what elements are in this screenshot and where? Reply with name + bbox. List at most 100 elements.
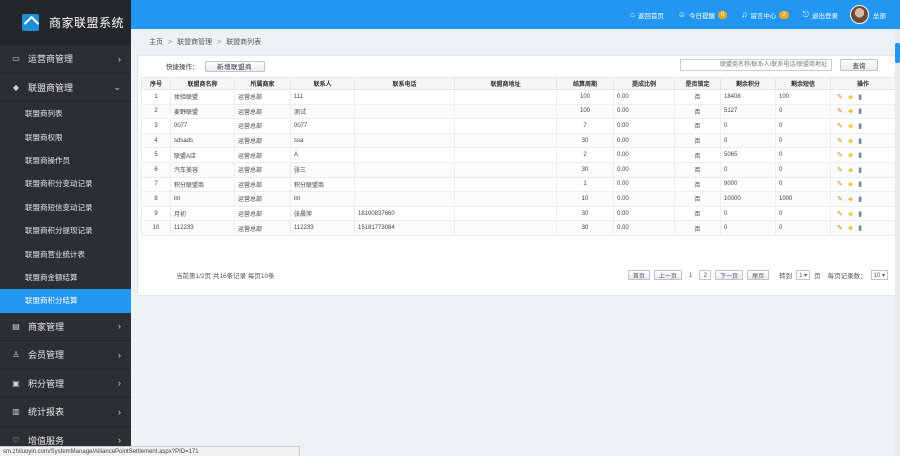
- search-input[interactable]: [680, 59, 832, 71]
- delete-icon[interactable]: ▮: [858, 166, 862, 174]
- quick-actions-label: 快捷操作：: [166, 64, 199, 71]
- delete-icon[interactable]: ▮: [858, 122, 862, 130]
- breadcrumb-separator: >: [217, 38, 222, 46]
- goto-page-select[interactable]: 1 ▾: [796, 270, 811, 280]
- edit-icon[interactable]: ✎: [837, 195, 843, 203]
- edit-icon[interactable]: ✎: [837, 210, 843, 218]
- points-icon[interactable]: ◈: [848, 224, 853, 232]
- table-cell: 0.00: [613, 176, 675, 193]
- sidebar-item-business-stats[interactable]: 联盟商营业统计表: [0, 242, 131, 266]
- sidebar-item-alliance-permissions[interactable]: 联盟商权限: [0, 125, 131, 149]
- next-page-button[interactable]: 下一页: [715, 270, 744, 280]
- user-name[interactable]: 总部: [873, 10, 886, 20]
- table-cell: 0: [775, 176, 831, 193]
- edit-icon[interactable]: ✎: [837, 151, 843, 159]
- avatar[interactable]: [850, 5, 869, 24]
- delete-icon[interactable]: ▮: [858, 180, 862, 188]
- table-cell: [454, 103, 557, 120]
- sidebar-group-reports[interactable]: ▥ 统计报表 ›: [0, 398, 131, 427]
- points-icon[interactable]: ◈: [848, 195, 853, 203]
- table-cell: 月初: [170, 205, 235, 222]
- table-cell: 0.00: [613, 89, 675, 105]
- sidebar-item-sms-changes[interactable]: 联盟商短信变动记录: [0, 195, 131, 219]
- page-scrollbar[interactable]: [895, 29, 900, 456]
- table-cell: 0: [775, 147, 831, 163]
- home-link[interactable]: ⌂ 返回首页: [630, 10, 664, 20]
- sidebar-item-amount-settlement[interactable]: 联盟商金额结算: [0, 265, 131, 290]
- sidebar-item-points-changes[interactable]: 联盟商积分变动记录: [0, 172, 131, 196]
- table-cell: 0.00: [613, 147, 675, 163]
- points-icon[interactable]: ◈: [848, 93, 853, 101]
- table-cell: [354, 89, 455, 105]
- per-page-label: 每页记录数：: [827, 273, 867, 280]
- edit-icon[interactable]: ✎: [837, 107, 843, 115]
- table-cell: 10000: [720, 191, 776, 207]
- sidebar-item-points-withdrawals[interactable]: 联盟商积分提现记录: [0, 218, 131, 243]
- sidebar-item-alliance-operators[interactable]: 联盟商操作员: [0, 148, 131, 173]
- breadcrumb-section[interactable]: 联盟商管理: [177, 37, 212, 47]
- sidebar-item-alliance-list[interactable]: 联盟商列表: [0, 102, 131, 126]
- store-icon: ▤: [12, 321, 20, 331]
- row-actions: ✎ ◈ ▮: [830, 205, 896, 222]
- last-page-button[interactable]: 尾页: [747, 270, 770, 280]
- table-cell: [454, 161, 557, 178]
- delete-icon[interactable]: ▮: [858, 195, 862, 203]
- table-cell: 0.00: [613, 220, 675, 236]
- delete-icon[interactable]: ▮: [858, 151, 862, 159]
- edit-icon[interactable]: ✎: [837, 180, 843, 188]
- points-icon[interactable]: ◈: [848, 151, 853, 159]
- status-url: sm.zhiluoyin.com/SystemManage/AlliancePo…: [3, 448, 199, 455]
- logout-link[interactable]: ⎋ 退出登录: [803, 10, 838, 20]
- edit-icon[interactable]: ✎: [837, 122, 843, 130]
- table-cell: 1: [556, 176, 614, 193]
- table-cell: 运营总部: [234, 176, 291, 193]
- sidebar-item-points-settlement[interactable]: 联盟商积分结算: [0, 289, 131, 313]
- monitor-icon: ▭: [12, 54, 20, 64]
- points-icon[interactable]: ◈: [848, 107, 853, 115]
- breadcrumb-home[interactable]: 主页: [149, 37, 163, 47]
- reminder-link[interactable]: ☺ 今日提醒 0: [678, 10, 728, 20]
- diamond-icon: ◆: [12, 82, 20, 92]
- table-cell: 否: [674, 205, 721, 222]
- edit-icon[interactable]: ✎: [837, 166, 843, 174]
- delete-icon[interactable]: ▮: [858, 107, 862, 115]
- messages-link[interactable]: ♫ 留言中心 2: [741, 10, 789, 20]
- table-cell: 30: [556, 205, 614, 222]
- scrollbar-thumb[interactable]: [895, 43, 900, 63]
- table-cell: 3: [141, 118, 171, 134]
- sidebar-group-label: 商家管理: [28, 321, 65, 332]
- sidebar-group-alliance[interactable]: ◆ 联盟商管理 ⌄: [0, 74, 131, 102]
- points-icon[interactable]: ◈: [848, 166, 853, 174]
- add-alliance-button[interactable]: 新增联盟商: [204, 60, 265, 72]
- first-page-button[interactable]: 首页: [627, 270, 650, 280]
- sidebar-group-members[interactable]: ♙ 会员管理 ›: [0, 341, 131, 370]
- prev-page-button[interactable]: 上一页: [653, 270, 682, 280]
- search-button[interactable]: 查询: [840, 59, 878, 71]
- delete-icon[interactable]: ▮: [858, 224, 862, 232]
- reminder-badge: 0: [717, 10, 728, 19]
- points-icon[interactable]: ◈: [848, 122, 853, 130]
- sidebar-group-label: 增值服务: [28, 435, 65, 446]
- table-cell: 30: [556, 220, 614, 236]
- row-actions: ✎ ◈ ▮: [830, 89, 896, 105]
- page-number-current[interactable]: 1: [686, 272, 696, 279]
- edit-icon[interactable]: ✎: [837, 224, 843, 232]
- per-page-select[interactable]: 10 ▾: [870, 270, 888, 280]
- page-number[interactable]: 2: [699, 270, 712, 280]
- delete-icon[interactable]: ▮: [858, 93, 862, 101]
- points-icon[interactable]: ◈: [848, 180, 853, 188]
- sidebar-group-operators[interactable]: ▭ 运营商管理 ›: [0, 45, 131, 74]
- delete-icon[interactable]: ▮: [858, 210, 862, 218]
- delete-icon[interactable]: ▮: [858, 137, 862, 145]
- table-cell: 运营总部: [234, 220, 291, 236]
- points-icon[interactable]: ◈: [848, 210, 853, 218]
- home-icon: ⌂: [629, 10, 635, 19]
- points-icon[interactable]: ◈: [848, 137, 853, 145]
- edit-icon[interactable]: ✎: [837, 93, 843, 101]
- table-cell: 运营总部: [234, 103, 291, 120]
- sidebar-group-points[interactable]: ▣ 积分管理 ›: [0, 370, 131, 399]
- edit-icon[interactable]: ✎: [837, 137, 843, 145]
- sidebar-group-merchants[interactable]: ▤ 商家管理 ›: [0, 313, 131, 342]
- table-cell: 汽车美容: [170, 161, 235, 178]
- table-cell: 0: [775, 220, 831, 236]
